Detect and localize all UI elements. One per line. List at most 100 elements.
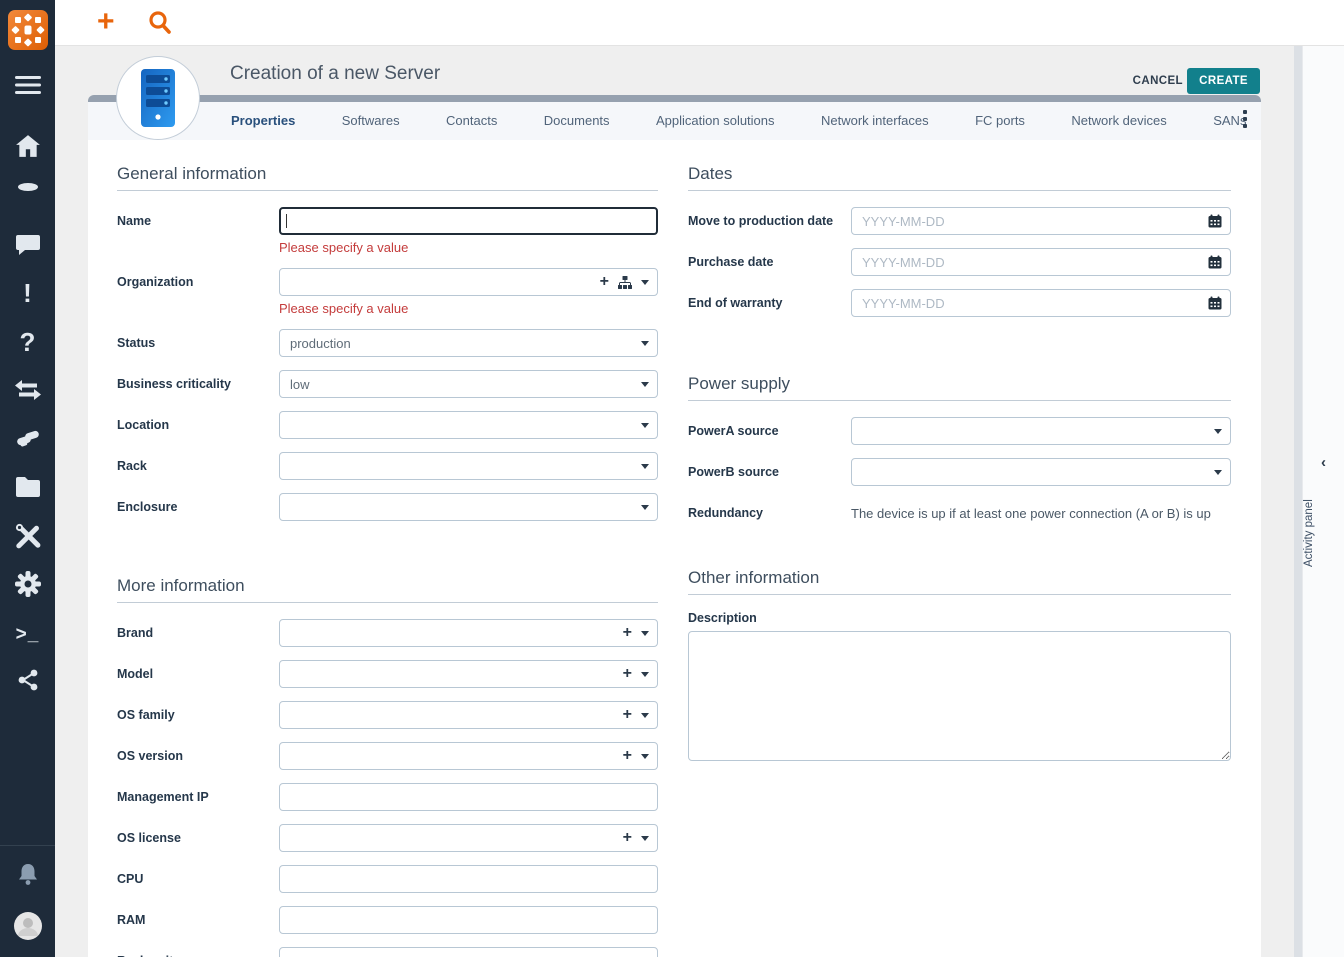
organization-caret-icon[interactable] — [641, 280, 649, 285]
tab-network-interfaces[interactable]: Network interfaces — [800, 102, 950, 140]
cancel-button[interactable]: CANCEL — [1133, 75, 1183, 87]
tab-network-devices[interactable]: Network devices — [1050, 102, 1187, 140]
server-icon — [135, 67, 181, 129]
tab-softwares[interactable]: Softwares — [321, 102, 421, 140]
enclosure-select[interactable] — [279, 493, 658, 521]
section-title-power: Power supply — [688, 350, 1231, 400]
create-button[interactable]: CREATE — [1187, 68, 1260, 94]
brand-combo[interactable] — [279, 619, 658, 647]
name-label: Name — [117, 207, 279, 256]
os-license-caret-icon[interactable] — [641, 836, 649, 841]
server-class-badge — [116, 56, 200, 140]
share-icon[interactable] — [0, 668, 55, 692]
folder-icon[interactable] — [0, 474, 55, 500]
activity-panel-expand-icon[interactable]: ‹ — [1303, 454, 1344, 471]
location-select[interactable] — [279, 411, 658, 439]
calendar-icon[interactable] — [1208, 255, 1222, 269]
chat-icon[interactable] — [0, 231, 55, 257]
rack-select[interactable] — [279, 452, 658, 480]
database-icon[interactable] — [0, 182, 55, 208]
ram-input[interactable] — [279, 906, 658, 934]
tab-properties[interactable]: Properties — [210, 102, 316, 140]
move-to-production-input[interactable] — [851, 207, 1231, 235]
name-error: Please specify a value — [279, 239, 658, 256]
redundancy-label: Redundancy — [688, 499, 851, 521]
activity-panel-collapsed[interactable]: ‹ Activity panel — [1302, 46, 1344, 957]
field-row-rack-units: Rack units — [117, 947, 658, 957]
field-row-ram: RAM — [117, 906, 658, 934]
power-b-select[interactable] — [851, 458, 1231, 486]
description-textarea[interactable] — [688, 631, 1231, 761]
management-ip-input[interactable] — [279, 783, 658, 811]
calendar-icon[interactable] — [1208, 296, 1222, 310]
criticality-select[interactable]: low — [279, 370, 658, 398]
app-logo-icon[interactable] — [0, 10, 55, 50]
status-select[interactable]: production — [279, 329, 658, 357]
power-b-label: PowerB source — [688, 458, 851, 486]
os-family-add-icon[interactable]: + — [623, 707, 632, 723]
tab-fc-ports[interactable]: FC ports — [954, 102, 1046, 140]
menu-icon[interactable] — [0, 72, 55, 98]
bell-icon[interactable] — [0, 862, 55, 888]
tools-icon[interactable] — [0, 523, 55, 549]
power-b-caret-icon[interactable] — [1214, 470, 1222, 475]
top-toolbar: + — [55, 0, 1344, 46]
tab-application-solutions[interactable]: Application solutions — [635, 102, 796, 140]
location-caret-icon[interactable] — [641, 423, 649, 428]
tab-contacts[interactable]: Contacts — [425, 102, 518, 140]
alert-icon[interactable]: ! — [0, 279, 55, 307]
criticality-label: Business criticality — [117, 370, 279, 398]
form-right-column: Dates Move to production date — [688, 140, 1231, 766]
gear-icon[interactable] — [0, 571, 55, 597]
new-object-button[interactable]: + — [97, 6, 115, 38]
section-divider — [688, 400, 1231, 401]
transfer-arrows-icon[interactable] — [0, 378, 55, 402]
ram-label: RAM — [117, 906, 279, 934]
status-caret-icon[interactable] — [641, 341, 649, 346]
organization-hierarchy-icon[interactable] — [618, 276, 632, 289]
search-button[interactable] — [147, 10, 173, 41]
section-title-other: Other information — [688, 544, 1231, 594]
os-family-caret-icon[interactable] — [641, 713, 649, 718]
power-a-select[interactable] — [851, 417, 1231, 445]
os-family-label: OS family — [117, 701, 279, 729]
power-a-caret-icon[interactable] — [1214, 429, 1222, 434]
object-creation-card: Creation of a new Server CANCEL CREATE P… — [88, 46, 1261, 957]
field-row-enclosure: Enclosure — [117, 493, 658, 521]
move-to-production-label: Move to production date — [688, 207, 851, 235]
user-avatar[interactable] — [0, 912, 55, 940]
model-add-icon[interactable]: + — [623, 666, 632, 682]
help-icon[interactable]: ? — [0, 328, 55, 356]
page-scrollbar[interactable] — [1294, 46, 1302, 957]
criticality-caret-icon[interactable] — [641, 382, 649, 387]
properties-form: General information Name Please specify … — [88, 140, 1261, 957]
tab-documents[interactable]: Documents — [523, 102, 631, 140]
os-version-add-icon[interactable]: + — [623, 748, 632, 764]
terminal-icon[interactable]: >_ — [0, 621, 55, 647]
purchase-date-input[interactable] — [851, 248, 1231, 276]
organization-add-icon[interactable]: + — [600, 274, 609, 290]
organization-label: Organization — [117, 268, 279, 317]
os-version-combo[interactable] — [279, 742, 658, 770]
status-label: Status — [117, 329, 279, 357]
os-license-combo[interactable] — [279, 824, 658, 852]
home-icon[interactable] — [0, 133, 55, 159]
cpu-input[interactable] — [279, 865, 658, 893]
rack-units-input[interactable] — [279, 947, 658, 957]
model-caret-icon[interactable] — [641, 672, 649, 677]
helping-hands-icon[interactable] — [0, 426, 55, 452]
os-license-add-icon[interactable]: + — [623, 830, 632, 846]
enclosure-caret-icon[interactable] — [641, 505, 649, 510]
model-label: Model — [117, 660, 279, 688]
os-version-caret-icon[interactable] — [641, 754, 649, 759]
end-of-warranty-input[interactable] — [851, 289, 1231, 317]
model-combo[interactable] — [279, 660, 658, 688]
text-cursor — [286, 214, 287, 228]
rack-caret-icon[interactable] — [641, 464, 649, 469]
tab-overflow-menu-icon[interactable] — [1237, 110, 1253, 132]
brand-caret-icon[interactable] — [641, 631, 649, 636]
name-input[interactable] — [279, 207, 658, 235]
brand-add-icon[interactable]: + — [623, 625, 632, 641]
os-family-combo[interactable] — [279, 701, 658, 729]
calendar-icon[interactable] — [1208, 214, 1222, 228]
